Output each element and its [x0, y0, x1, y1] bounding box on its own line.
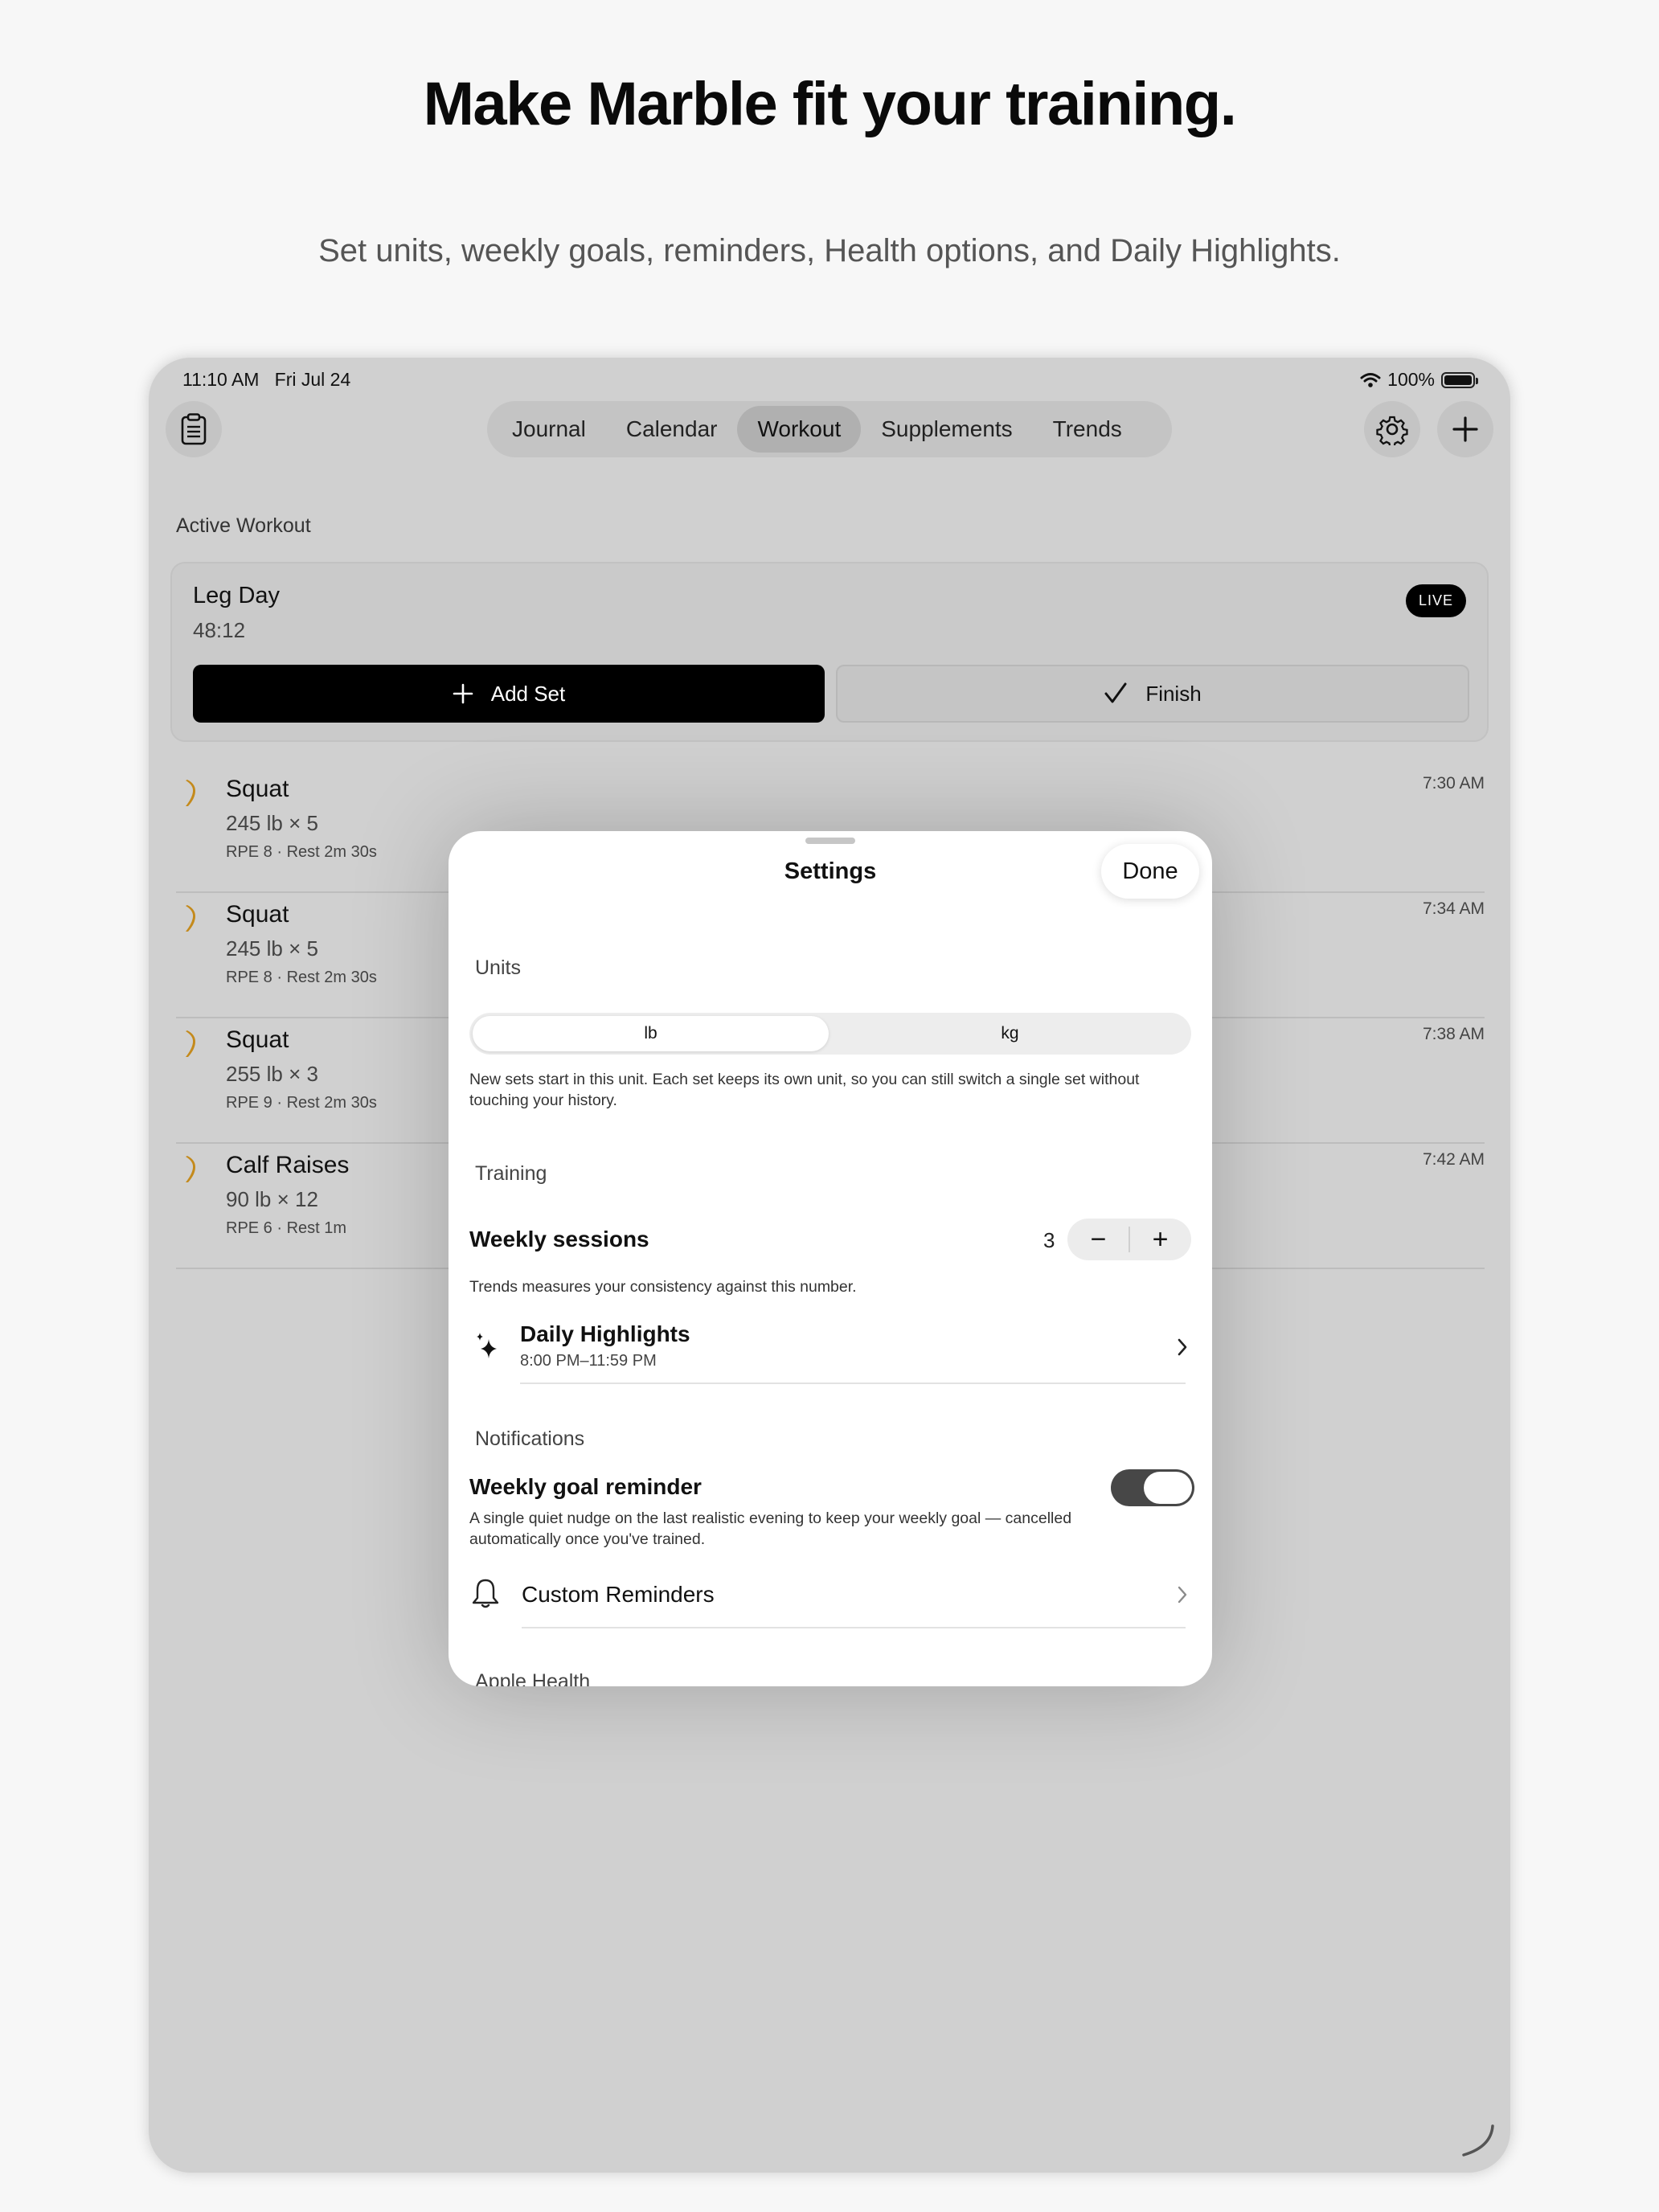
exercise-name: Calf Raises: [226, 1152, 350, 1178]
battery-percent: 100%: [1387, 369, 1435, 390]
active-workout-card: Leg Day 48:12 LIVE Add Set Finish: [170, 562, 1489, 742]
exercise-meta: RPE 8 · Rest 2m 30s: [226, 843, 377, 861]
plus-icon: [1452, 416, 1478, 442]
tab-supplements[interactable]: Supplements: [861, 406, 1032, 453]
settings-sheet: Settings Done Units lb kg New sets start…: [449, 831, 1212, 1686]
exercise-meta: RPE 6 · Rest 1m: [226, 1219, 347, 1237]
weekly-sessions-value: 3: [1043, 1228, 1055, 1252]
status-date: Fri Jul 24: [274, 369, 351, 390]
wifi-icon: [1360, 372, 1381, 387]
exercise-meta: RPE 9 · Rest 2m 30s: [226, 1094, 377, 1112]
clipboard-button[interactable]: [166, 401, 222, 457]
exercise-time: 7:34 AM: [1422, 899, 1485, 918]
settings-button[interactable]: [1364, 401, 1420, 457]
settings-title: Settings: [784, 858, 877, 884]
resize-handle-icon[interactable]: [1460, 2123, 1496, 2158]
apple-health-heading: Apple Health: [475, 1670, 591, 1686]
bell-icon: [472, 1579, 499, 1608]
exercise-time: 7:38 AM: [1422, 1025, 1485, 1043]
plus-icon: [453, 683, 473, 704]
leg-icon: [186, 1156, 195, 1182]
toggle-knob: [1144, 1472, 1192, 1504]
units-segmented-control: lb kg: [469, 1013, 1191, 1055]
exercise-weight: 245 lb × 5: [226, 811, 318, 835]
status-time: 11:10 AM Fri Jul 24: [182, 369, 350, 391]
chevron-right-icon: [1178, 1586, 1187, 1604]
row-divider: [522, 1627, 1186, 1628]
weekly-goal-reminder-note: A single quiet nudge on the last realist…: [469, 1509, 1072, 1548]
exercise-weight: 90 lb × 12: [226, 1187, 318, 1211]
daily-highlights-row[interactable]: Daily Highlights: [449, 1313, 1212, 1387]
leg-icon: [186, 780, 195, 806]
weekly-goal-reminder-label: Weekly goal reminder: [469, 1474, 702, 1499]
status-indicators: 100%: [1360, 369, 1478, 391]
tab-journal[interactable]: Journal: [492, 406, 606, 453]
finish-button[interactable]: Finish: [836, 665, 1469, 723]
units-option-lb[interactable]: lb: [473, 1016, 829, 1051]
notifications-heading: Notifications: [475, 1428, 585, 1450]
custom-reminders-label: Custom Reminders: [522, 1582, 715, 1607]
weekly-goal-reminder-toggle[interactable]: [1111, 1469, 1194, 1506]
workout-timer: 48:12: [193, 618, 246, 642]
daily-highlights-time: 8:00 PM–11:59 PM: [520, 1352, 657, 1370]
decrement-button[interactable]: −: [1067, 1219, 1129, 1260]
done-button[interactable]: Done: [1101, 844, 1199, 899]
chevron-right-icon: [1178, 1338, 1187, 1356]
add-button[interactable]: [1437, 401, 1493, 457]
tab-workout[interactable]: Workout: [737, 406, 862, 453]
sparkle-icon: [477, 1333, 497, 1358]
status-clock: 11:10 AM: [182, 369, 260, 390]
sheet-grabber[interactable]: [805, 838, 855, 844]
promo-subhead: Set units, weekly goals, reminders, Heal…: [318, 233, 1341, 268]
finish-label: Finish: [1145, 681, 1202, 706]
main-tab-bar: Journal Calendar Workout Supplements Tre…: [487, 401, 1172, 457]
checkmark-icon: [1104, 682, 1127, 703]
exercise-time: 7:30 AM: [1422, 774, 1485, 793]
weekly-sessions-label: Weekly sessions: [469, 1227, 649, 1251]
weekly-sessions-stepper: − +: [1067, 1219, 1191, 1260]
exercise-weight: 255 lb × 3: [226, 1062, 318, 1086]
battery-icon: [1441, 371, 1478, 388]
exercise-time: 7:42 AM: [1422, 1150, 1485, 1169]
tab-calendar[interactable]: Calendar: [606, 406, 738, 453]
leg-icon: [186, 905, 195, 932]
workout-title: Leg Day: [193, 583, 281, 608]
training-heading: Training: [475, 1162, 547, 1185]
clipboard-icon: [181, 413, 207, 445]
tab-trends[interactable]: Trends: [1033, 406, 1142, 453]
units-heading: Units: [475, 956, 521, 979]
exercise-name: Squat: [226, 776, 289, 802]
exercise-name: Squat: [226, 901, 289, 928]
active-workout-heading: Active Workout: [176, 514, 311, 537]
live-badge: LIVE: [1405, 584, 1466, 617]
row-divider: [520, 1382, 1186, 1384]
units-note: New sets start in this unit. Each set ke…: [469, 1071, 1140, 1109]
daily-highlights-label: Daily Highlights: [520, 1321, 690, 1347]
gear-icon: [1376, 416, 1408, 445]
exercise-name: Squat: [226, 1026, 289, 1053]
increment-button[interactable]: +: [1129, 1219, 1191, 1260]
units-option-kg[interactable]: kg: [832, 1016, 1188, 1051]
weekly-sessions-note: Trends measures your consistency against…: [469, 1278, 857, 1296]
add-set-button[interactable]: Add Set: [193, 665, 825, 723]
add-set-label: Add Set: [490, 681, 566, 706]
promo-headline: Make Marble fit your training.: [423, 70, 1237, 138]
exercise-meta: RPE 8 · Rest 2m 30s: [226, 969, 377, 986]
leg-icon: [186, 1030, 195, 1057]
daily-highlights-title: Daily Highlights: [520, 1321, 690, 1346]
exercise-weight: 245 lb × 5: [226, 936, 318, 961]
